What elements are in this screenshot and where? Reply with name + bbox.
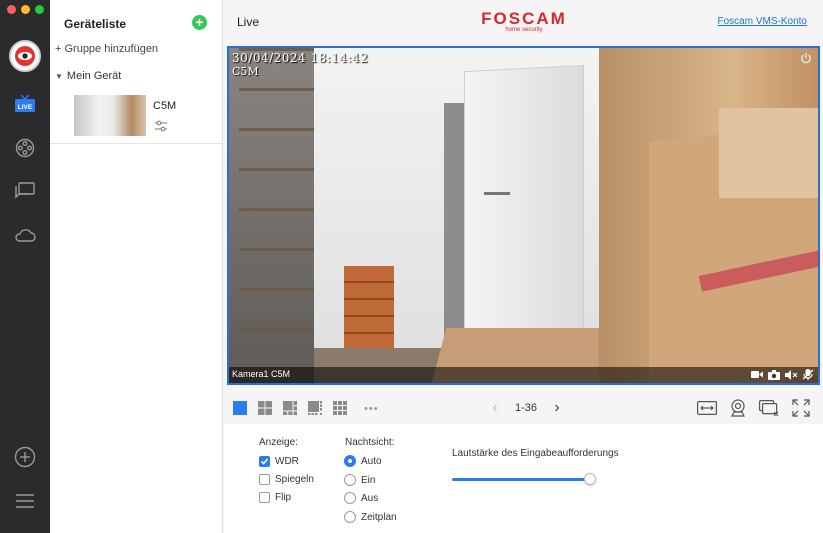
night-auto-label: Auto xyxy=(361,455,382,467)
night-off-radio[interactable]: Aus xyxy=(344,492,378,504)
layout-4-icon[interactable] xyxy=(257,400,273,416)
device-group[interactable]: ▼ Mein Gerät xyxy=(55,70,121,82)
layout-9-icon[interactable] xyxy=(332,400,348,416)
night-vision-heading: Nachtsicht: xyxy=(345,437,395,448)
add-group-link[interactable]: + Gruppe hinzufügen xyxy=(55,43,158,55)
prompt-volume-slider[interactable] xyxy=(452,473,596,485)
slider-fill xyxy=(452,478,590,481)
aspect-ratio-icon[interactable] xyxy=(696,398,718,418)
snapshot-icon[interactable] xyxy=(768,369,780,380)
svg-text:LIVE: LIVE xyxy=(18,104,33,111)
next-page-icon[interactable]: › xyxy=(551,399,563,417)
mirror-label: Spiegeln xyxy=(275,474,314,485)
device-settings-icon[interactable] xyxy=(154,120,168,132)
prompt-volume-label: Lautstärke des Eingabeaufforderungs xyxy=(452,448,619,459)
night-auto-radio[interactable]: Auto xyxy=(344,455,382,467)
device-list-title: Geräteliste xyxy=(64,17,127,31)
caret-down-icon: ▼ xyxy=(55,72,63,81)
live-video-view[interactable]: 30/04/2024 18:14:42 C5M Kamera1 C5M xyxy=(227,46,820,385)
power-icon[interactable] xyxy=(800,52,812,64)
close-window-icon[interactable] xyxy=(758,398,780,418)
wdr-label: WDR xyxy=(275,456,299,467)
mirror-checkbox[interactable]: Spiegeln xyxy=(259,474,314,485)
menu-icon[interactable] xyxy=(13,490,37,512)
divider xyxy=(50,143,222,144)
layout-6-icon[interactable] xyxy=(282,400,298,416)
speaker-mute-icon[interactable] xyxy=(785,369,797,380)
add-device-button[interactable]: + xyxy=(192,15,207,30)
camera-label: Kamera1 C5M xyxy=(232,369,291,379)
microphone-mute-icon[interactable] xyxy=(802,369,814,380)
night-on-label: Ein xyxy=(361,474,376,486)
layout-1-icon[interactable] xyxy=(232,400,248,416)
previous-page-icon[interactable]: ‹ xyxy=(489,399,501,417)
page-title: Live xyxy=(237,15,260,29)
live-icon[interactable]: LIVE xyxy=(13,93,37,115)
night-schedule-label: Zeitplan xyxy=(361,511,397,523)
wdr-checkbox[interactable]: WDR xyxy=(259,456,299,467)
foscam-logo: FOSCAM home security xyxy=(476,9,572,33)
add-icon[interactable] xyxy=(13,446,37,468)
record-icon[interactable] xyxy=(751,369,763,380)
video-camera-name: C5M xyxy=(232,65,259,78)
cloud-icon[interactable] xyxy=(13,224,37,246)
video-toolbar: ••• ‹ 1-36 › xyxy=(224,390,823,424)
video-status-bar: Kamera1 C5M xyxy=(229,367,818,383)
night-schedule-radio[interactable]: Zeitplan xyxy=(344,511,397,523)
slider-handle[interactable] xyxy=(584,473,596,485)
device-group-label: Mein Gerät xyxy=(66,70,122,82)
more-layouts-icon[interactable]: ••• xyxy=(364,403,380,419)
minimize-window-button[interactable] xyxy=(21,5,30,14)
flip-label: Flip xyxy=(275,492,292,503)
device-list-panel: Geräteliste + + Gruppe hinzufügen ▼ Mein … xyxy=(50,0,223,533)
night-on-radio[interactable]: Ein xyxy=(344,474,375,486)
left-nav-bar: LIVE xyxy=(0,0,50,533)
close-window-button[interactable] xyxy=(7,5,16,14)
checkbox-checked-icon[interactable] xyxy=(259,456,270,467)
page-range: 1-36 xyxy=(515,402,538,414)
flip-checkbox[interactable]: Flip xyxy=(259,492,291,503)
display-heading: Anzeige: xyxy=(259,437,298,448)
page-navigator: ‹ 1-36 › xyxy=(489,399,563,417)
ptz-camera-icon[interactable] xyxy=(727,398,749,418)
fullscreen-icon[interactable] xyxy=(790,398,812,418)
logo-text: FOSCAM xyxy=(481,9,567,28)
messages-icon[interactable] xyxy=(13,180,37,202)
video-timestamp: 30/04/2024 18:14:42 xyxy=(232,51,369,65)
zoom-window-button[interactable] xyxy=(35,5,44,14)
playback-icon[interactable] xyxy=(13,137,37,159)
main-area: Live FOSCAM home security Foscam VMS-Kon… xyxy=(224,0,823,533)
vms-account-link[interactable]: Foscam VMS-Konto xyxy=(718,16,807,27)
device-thumbnail[interactable] xyxy=(74,95,146,136)
avatar[interactable] xyxy=(9,40,41,72)
eye-logo-icon xyxy=(15,46,35,66)
device-name[interactable]: C5M xyxy=(153,100,176,112)
night-off-label: Aus xyxy=(361,492,379,504)
layout-8-icon[interactable] xyxy=(307,400,323,416)
camera-settings-panel: Anzeige: WDR Spiegeln Flip Nachtsicht: A… xyxy=(224,424,823,533)
